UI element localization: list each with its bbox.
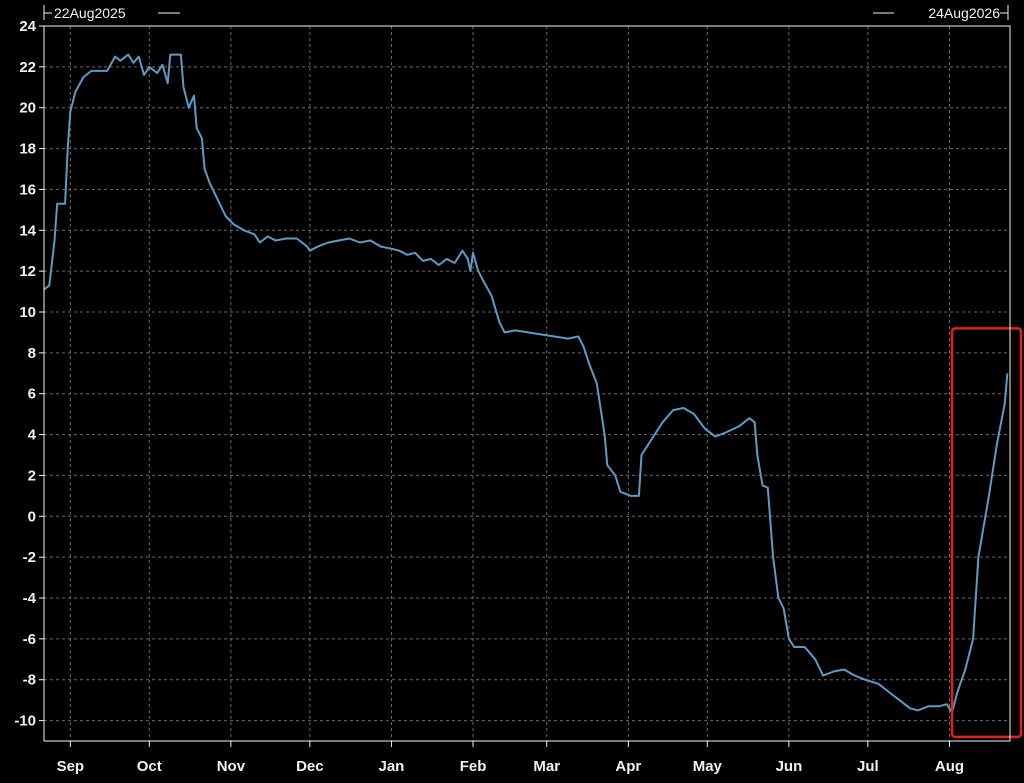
chart-background xyxy=(0,0,1024,783)
y-tick-label: 20 xyxy=(19,100,36,117)
y-tick-label: 24 xyxy=(19,18,36,35)
y-tick-label: 4 xyxy=(28,427,37,444)
x-tick-label: Mar xyxy=(533,758,560,775)
y-tick-label: 12 xyxy=(19,263,36,280)
y-tick-label: -6 xyxy=(23,631,36,648)
y-tick-label: -2 xyxy=(23,549,36,566)
x-tick-label: Nov xyxy=(217,758,246,775)
y-tick-label: 10 xyxy=(19,304,36,321)
y-tick-label: 18 xyxy=(19,141,36,158)
line-chart: 242220181614121086420-2-4-6-8-10 Sep Oct N… xyxy=(0,0,1024,783)
x-tick-label: Sep xyxy=(57,758,85,775)
y-tick-label: 8 xyxy=(28,345,36,362)
y-tick-label: -4 xyxy=(23,590,37,607)
x-tick-label: Jun xyxy=(776,758,803,775)
x-tick-label: Oct xyxy=(137,758,162,775)
start-date-label: 22Aug2025 xyxy=(54,5,126,21)
y-tick-label: -10 xyxy=(14,713,36,730)
y-tick-label: 0 xyxy=(28,508,36,525)
y-tick-label: 22 xyxy=(19,59,36,76)
y-tick-label: 6 xyxy=(28,386,36,403)
x-tick-label: Dec xyxy=(296,758,324,775)
x-tick-label: Jul xyxy=(857,758,879,775)
x-tick-label: Feb xyxy=(460,758,487,775)
y-tick-label: 14 xyxy=(19,222,36,239)
y-tick-label: -8 xyxy=(23,672,36,689)
x-tick-label: Jan xyxy=(379,758,405,775)
x-tick-label: May xyxy=(693,758,723,775)
x-tick-label: Apr xyxy=(615,758,641,775)
y-tick-label: 16 xyxy=(19,181,36,198)
end-date-label: 24Aug2026 xyxy=(928,5,1000,21)
x-tick-label: Aug xyxy=(935,758,964,775)
y-tick-label: 2 xyxy=(28,467,36,484)
